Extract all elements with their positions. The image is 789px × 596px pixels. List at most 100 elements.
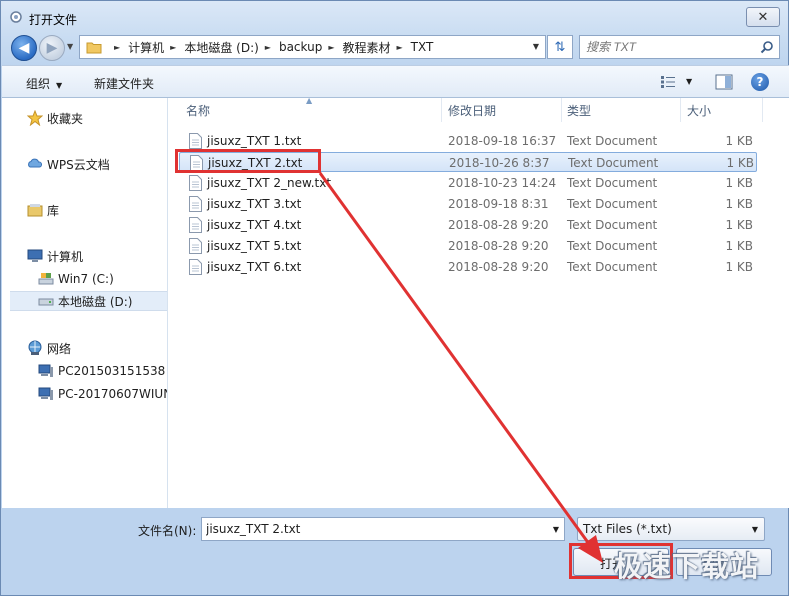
sidebar-item-label: 收藏夹 — [47, 111, 84, 126]
file-name: jisuxz_TXT 2.txt — [208, 156, 303, 170]
sidebar-item-wps-cloud[interactable]: WPS云文档 — [27, 154, 167, 174]
file-row[interactable]: jisuxz_TXT 3.txt 2018-09-18 8:31 Text Docu… — [179, 194, 757, 214]
breadcrumb-tutorial[interactable]: 教程素材 — [342, 39, 390, 56]
computer-icon — [27, 249, 43, 262]
filename-label: 文件名(N): — [138, 524, 197, 538]
chevron-down-icon[interactable]: ▼ — [553, 525, 559, 534]
sidebar-item-label: 网络 — [47, 341, 72, 356]
sidebar-item-network[interactable]: 网络 — [27, 338, 167, 358]
chevron-right-icon: ► — [396, 42, 403, 52]
search-icon — [760, 41, 773, 54]
chevron-right-icon: ► — [328, 42, 335, 52]
file-row[interactable]: jisuxz_TXT 2_new.txt 2018-10-23 14:24 Text… — [179, 173, 757, 193]
history-dropdown-icon[interactable]: ▼ — [67, 42, 73, 51]
chevron-down-icon: ▼ — [56, 81, 63, 90]
file-size: 1 KB — [725, 176, 753, 190]
file-type: Text Document — [567, 134, 658, 148]
file-size: 1 KB — [725, 218, 753, 232]
column-divider[interactable] — [441, 98, 442, 122]
file-modified: 2018-10-23 14:24 — [448, 176, 557, 190]
forward-button[interactable]: ▶ — [39, 35, 65, 61]
file-name: jisuxz_TXT 2_new.txt — [207, 176, 332, 190]
file-row[interactable]: jisuxz_TXT 2.txt 2018-10-26 8:37 Text Docu… — [179, 152, 757, 172]
title-bar: 打开文件 ✕ — [1, 1, 788, 33]
preview-pane-icon[interactable] — [715, 74, 733, 90]
file-size: 1 KB — [726, 156, 754, 170]
drive-icon — [38, 298, 54, 306]
network-icon — [28, 340, 42, 355]
sidebar-item-favorites[interactable]: 收藏夹 — [27, 108, 167, 128]
file-size: 1 KB — [725, 260, 753, 274]
sidebar-item-computer[interactable]: 计算机 — [27, 246, 167, 266]
file-modified: 2018-08-28 9:20 — [448, 239, 549, 253]
breadcrumb-computer[interactable]: 计算机 — [128, 39, 164, 56]
file-type: Text Document — [568, 156, 659, 170]
sidebar-item-pc-1[interactable]: PC201503151538 — [38, 361, 167, 381]
breadcrumb-drive-d[interactable]: 本地磁盘 (D:) — [184, 39, 258, 56]
close-icon: ✕ — [757, 9, 769, 25]
file-type: Text Document — [567, 218, 658, 232]
star-icon — [27, 110, 43, 126]
pc-icon — [38, 364, 53, 377]
breadcrumb-txt[interactable]: TXT — [411, 40, 434, 54]
content-area: 收藏夹 WPS云文档 库 计算机 Win7 (C:) 本地磁盘 (D:) 网络 … — [2, 96, 789, 508]
library-icon — [27, 204, 43, 217]
filename-input[interactable] — [206, 521, 536, 537]
chevron-right-icon: ► — [114, 42, 121, 52]
address-dropdown-icon[interactable]: ▼ — [533, 42, 539, 51]
sidebar-item-pc-2[interactable]: PC-20170607WIUN — [38, 384, 167, 404]
column-divider[interactable] — [762, 98, 763, 122]
text-file-icon — [189, 259, 202, 275]
file-row[interactable]: jisuxz_TXT 6.txt 2018-08-28 9:20 Text Docu… — [179, 257, 757, 277]
new-folder-button[interactable]: 新建文件夹 — [94, 75, 154, 92]
back-button[interactable]: ◀ — [11, 35, 37, 61]
file-modified: 2018-09-18 8:31 — [448, 197, 549, 211]
file-size: 1 KB — [725, 239, 753, 253]
file-row[interactable]: jisuxz_TXT 4.txt 2018-08-28 9:20 Text Docu… — [179, 215, 757, 235]
sidebar-item-label: WPS云文档 — [47, 157, 110, 172]
file-type: Text Document — [567, 260, 658, 274]
open-file-dialog: 打开文件 ✕ ◀ ▶ ▼ ► 计算机 ► 本地磁盘 (D:) ► backup … — [0, 0, 789, 596]
search-box[interactable] — [579, 35, 780, 59]
text-file-icon — [189, 196, 202, 212]
file-name: jisuxz_TXT 5.txt — [207, 239, 302, 253]
file-list: ▲ 名称 修改日期 类型 大小 jisuxz_TXT 1.txt 2018-09-… — [169, 96, 789, 508]
sidebar-item-label: 本地磁盘 (D:) — [58, 294, 133, 309]
column-header-size[interactable]: 大小 — [687, 102, 711, 119]
column-divider[interactable] — [680, 98, 681, 122]
sidebar-item-win7-c[interactable]: Win7 (C:) — [38, 269, 167, 289]
file-type: Text Document — [567, 239, 658, 253]
close-button[interactable]: ✕ — [746, 7, 780, 27]
toolbar: 组织 ▼ 新建文件夹 ▼ ? — [2, 65, 789, 98]
file-type-select[interactable]: Txt Files (*.txt) ▼ — [577, 517, 765, 541]
view-options-icon[interactable] — [660, 75, 676, 89]
file-row[interactable]: jisuxz_TXT 1.txt 2018-09-18 16:37 Text Doc… — [179, 131, 757, 151]
column-divider[interactable] — [561, 98, 562, 122]
file-name: jisuxz_TXT 1.txt — [207, 134, 302, 148]
sidebar-item-drive-d[interactable]: 本地磁盘 (D:) — [10, 291, 167, 311]
file-modified: 2018-08-28 9:20 — [448, 260, 549, 274]
filename-combobox[interactable]: ▼ — [201, 517, 565, 541]
pc-icon — [38, 387, 53, 400]
file-row[interactable]: jisuxz_TXT 5.txt 2018-08-28 9:20 Text Docu… — [179, 236, 757, 256]
column-header-type[interactable]: 类型 — [567, 102, 591, 119]
navigation-pane: 收藏夹 WPS云文档 库 计算机 Win7 (C:) 本地磁盘 (D:) 网络 … — [2, 98, 168, 508]
search-input[interactable] — [586, 39, 756, 55]
refresh-button[interactable]: ⇅ — [547, 35, 573, 59]
organize-button[interactable]: 组织 ▼ — [26, 75, 62, 92]
file-type-value: Txt Files (*.txt) — [583, 522, 672, 536]
sidebar-item-label: Win7 (C:) — [58, 272, 114, 286]
column-header-name[interactable]: 名称 — [186, 102, 210, 119]
sidebar-item-library[interactable]: 库 — [27, 200, 167, 220]
chevron-right-icon: ► — [264, 42, 271, 52]
text-file-icon — [189, 133, 202, 149]
watermark: 极速下载站 — [614, 550, 760, 583]
file-type: Text Document — [567, 176, 658, 190]
app-icon — [10, 11, 22, 23]
address-bar[interactable]: ► 计算机 ► 本地磁盘 (D:) ► backup ► 教程素材 ► TXT … — [79, 35, 546, 59]
column-header-modified[interactable]: 修改日期 — [448, 102, 496, 119]
chevron-down-icon: ▼ — [751, 525, 758, 534]
view-dropdown-icon[interactable]: ▼ — [686, 77, 692, 86]
help-icon[interactable]: ? — [751, 73, 769, 91]
breadcrumb-backup[interactable]: backup — [279, 40, 322, 54]
